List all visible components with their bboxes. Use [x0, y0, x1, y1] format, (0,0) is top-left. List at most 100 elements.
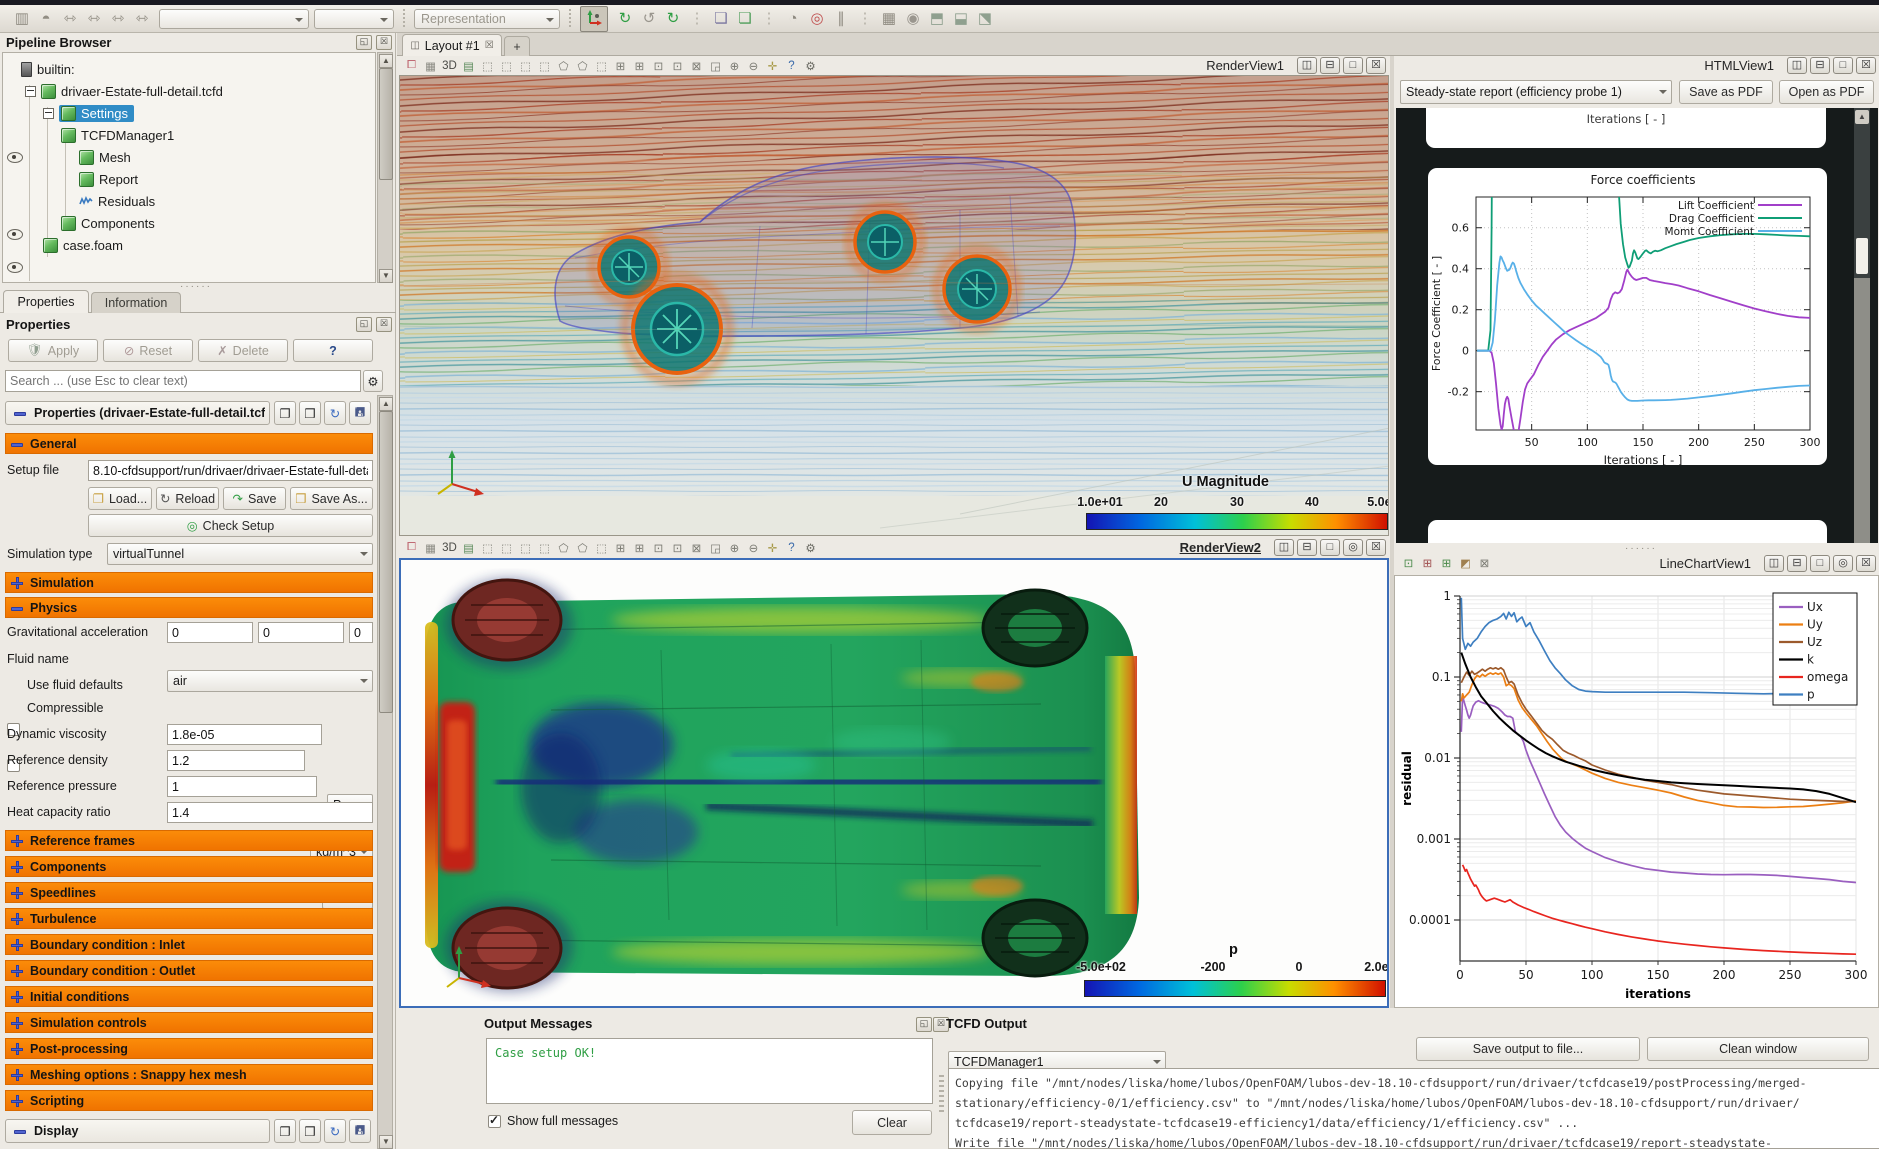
- open-as-pdf-button[interactable]: Open as PDF: [1779, 80, 1874, 104]
- maximize-view-icon[interactable]: □: [1320, 539, 1340, 556]
- scroll-down-icon[interactable]: ▼: [379, 269, 393, 283]
- split-horizontal-icon[interactable]: ◫: [1764, 555, 1784, 572]
- tcfd-console[interactable]: Copying file "/mnt/nodes/liska/home/lubo…: [948, 1068, 1879, 1149]
- close-dock-icon[interactable]: ☒: [376, 317, 392, 332]
- pipeline-scrollbar[interactable]: ▲ ▼: [377, 52, 393, 283]
- residuals-chart[interactable]: 10.10.010.0010.0001050100150200250300res…: [1394, 575, 1879, 1008]
- rescale-custom-range-icon[interactable]: ⇿: [82, 7, 106, 29]
- properties-scrollbar[interactable]: ▲ ▼: [377, 395, 393, 1149]
- clear-button[interactable]: Clear: [852, 1110, 932, 1135]
- apply-button[interactable]: 🛡Apply: [8, 339, 98, 362]
- close-view-icon[interactable]: ☒: [1366, 57, 1386, 74]
- collapse-expander-icon[interactable]: [43, 108, 54, 119]
- maximize-view-icon[interactable]: □: [1343, 57, 1363, 74]
- active-variables-combo[interactable]: [159, 9, 309, 29]
- split-vertical-icon[interactable]: ⊟: [1787, 555, 1807, 572]
- tree-row-report[interactable]: Report: [79, 169, 138, 190]
- reset-camera-icon[interactable]: ↻: [613, 7, 637, 29]
- camera-icon[interactable]: ▦: [421, 540, 440, 556]
- grow-selection-icon[interactable]: ⊕: [725, 58, 744, 74]
- clear-selection-icon[interactable]: ⊠: [687, 58, 706, 74]
- gravity-z-field[interactable]: 0: [349, 622, 373, 643]
- section-simulation-controls[interactable]: Simulation controls: [5, 1012, 373, 1033]
- zoom-to-selection-icon[interactable]: ◲: [706, 58, 725, 74]
- check-setup-button[interactable]: ◎Check Setup: [88, 514, 373, 537]
- save-defaults-icon[interactable]: 🖪: [349, 401, 371, 425]
- calculator-icon[interactable]: ▦: [877, 7, 901, 29]
- section-scripting[interactable]: Scripting: [5, 1090, 373, 1111]
- color-legend-icon[interactable]: ▥: [10, 7, 34, 29]
- scrollbar-thumb[interactable]: [379, 411, 393, 713]
- gravity-x-field[interactable]: 0: [167, 622, 253, 643]
- select-points-on-icon[interactable]: ⬚: [497, 58, 516, 74]
- toggle-2d3d-icon[interactable]: 3D: [440, 540, 459, 556]
- visibility-eye-icon[interactable]: [7, 152, 23, 163]
- tree-row-residuals[interactable]: Residuals: [79, 191, 155, 212]
- clip-box-icon[interactable]: ⬒: [925, 7, 949, 29]
- save-button[interactable]: ↷Save: [223, 487, 286, 510]
- grow-selection-icon[interactable]: ⊕: [725, 540, 744, 556]
- section-bc-outlet[interactable]: Boundary condition : Outlet: [5, 960, 373, 981]
- properties-group-header[interactable]: Properties (drivaer-Estate-full-detail.t…: [5, 401, 270, 425]
- interactive-select-points-icon[interactable]: ⊞: [630, 540, 649, 556]
- reset-camera-closest-icon[interactable]: ↺: [637, 7, 661, 29]
- representation-combo[interactable]: Representation: [414, 9, 560, 29]
- reset-display-icon[interactable]: ↻: [324, 1119, 346, 1143]
- renderview2-canvas[interactable]: p -5.0e+02 -200 0 2.0e+02: [399, 558, 1389, 1008]
- tab-properties[interactable]: Properties: [3, 290, 89, 313]
- report-scrollbar[interactable]: ▲: [1854, 108, 1870, 543]
- maximize-view-icon[interactable]: □: [1810, 555, 1830, 572]
- setup-file-input[interactable]: [88, 460, 373, 481]
- float-dock-icon[interactable]: ◱: [356, 35, 372, 50]
- copy-display-icon[interactable]: ❐: [274, 1119, 296, 1143]
- fluid-name-combo[interactable]: air: [167, 670, 373, 692]
- section-turbulence[interactable]: Turbulence: [5, 908, 373, 929]
- toolbar-separator[interactable]: ⋮: [853, 7, 877, 29]
- display-group-header[interactable]: Display: [5, 1119, 270, 1143]
- interactive-select-points-icon[interactable]: ⊞: [630, 58, 649, 74]
- glyph-filter-icon[interactable]: ◉: [901, 7, 925, 29]
- zoom-closest-to-data-icon[interactable]: ↻: [661, 7, 685, 29]
- section-reference-frames[interactable]: Reference frames: [5, 830, 373, 851]
- tab-layout1[interactable]: ◫ Layout #1 ☒: [402, 34, 502, 56]
- chart-clear-selection-icon[interactable]: ⊠: [1475, 555, 1494, 571]
- gravity-y-field[interactable]: 0: [258, 622, 344, 643]
- simulation-type-combo[interactable]: virtualTunnel: [107, 543, 373, 565]
- section-general[interactable]: General: [5, 433, 373, 454]
- select-points-on-icon[interactable]: ⬚: [497, 540, 516, 556]
- report-type-combo[interactable]: Steady-state report (efficiency probe 1): [1400, 80, 1672, 104]
- output-messages-box[interactable]: Case setup OK!: [486, 1038, 933, 1104]
- scroll-down-icon[interactable]: ▼: [379, 1135, 393, 1149]
- camera-link-icon[interactable]: ✛: [763, 58, 782, 74]
- split-vertical-icon[interactable]: ⊟: [1297, 539, 1317, 556]
- reset-defaults-icon[interactable]: ↻: [324, 401, 346, 425]
- capture-all-views-icon[interactable]: ❏: [733, 7, 757, 29]
- adjust-camera-icon[interactable]: ⚙: [801, 540, 820, 556]
- threshold-box-icon[interactable]: ⬔: [973, 7, 997, 29]
- chart-select-rect-icon[interactable]: ⊞: [1418, 555, 1437, 571]
- split-horizontal-icon[interactable]: ◫: [1297, 57, 1317, 74]
- chart-select-points-icon[interactable]: ⊡: [1399, 555, 1418, 571]
- paste-display-icon[interactable]: ❒: [299, 1119, 321, 1143]
- toolbar-separator[interactable]: ⋮: [685, 7, 709, 29]
- tree-row-tcfdmanager[interactable]: TCFDManager1: [61, 125, 174, 146]
- tree-row-builtin[interactable]: builtin:: [21, 59, 75, 80]
- rescale-data-range-icon[interactable]: ⇿: [58, 7, 82, 29]
- select-frustum-points-icon[interactable]: ⬚: [535, 58, 554, 74]
- select-cells-on-icon[interactable]: ⬚: [478, 540, 497, 556]
- contour-icon[interactable]: ◎: [805, 7, 829, 29]
- clip-sphere-icon[interactable]: ◔: [781, 8, 805, 30]
- help-button[interactable]: ?: [293, 339, 373, 362]
- new-layout-tab[interactable]: +: [504, 36, 530, 56]
- rescale-temporal-range-icon[interactable]: ⇿: [106, 7, 130, 29]
- tab-information[interactable]: Information: [91, 292, 181, 313]
- delete-button[interactable]: ✗Delete: [198, 339, 288, 362]
- renderview1-canvas[interactable]: U Magnitude 1.0e+01 20 30 40 5.0e+01: [399, 75, 1389, 536]
- save-output-button[interactable]: Save output to file...: [1416, 1037, 1640, 1061]
- hover-cells-icon[interactable]: ⊡: [649, 540, 668, 556]
- reset-button[interactable]: ⊘Reset: [103, 339, 193, 362]
- load-button[interactable]: ❐Load...: [88, 487, 152, 510]
- zoom-to-selection-icon[interactable]: ◲: [706, 540, 725, 556]
- select-polygon-points-icon[interactable]: ⬠: [573, 58, 592, 74]
- tree-row-components[interactable]: Components: [61, 213, 155, 234]
